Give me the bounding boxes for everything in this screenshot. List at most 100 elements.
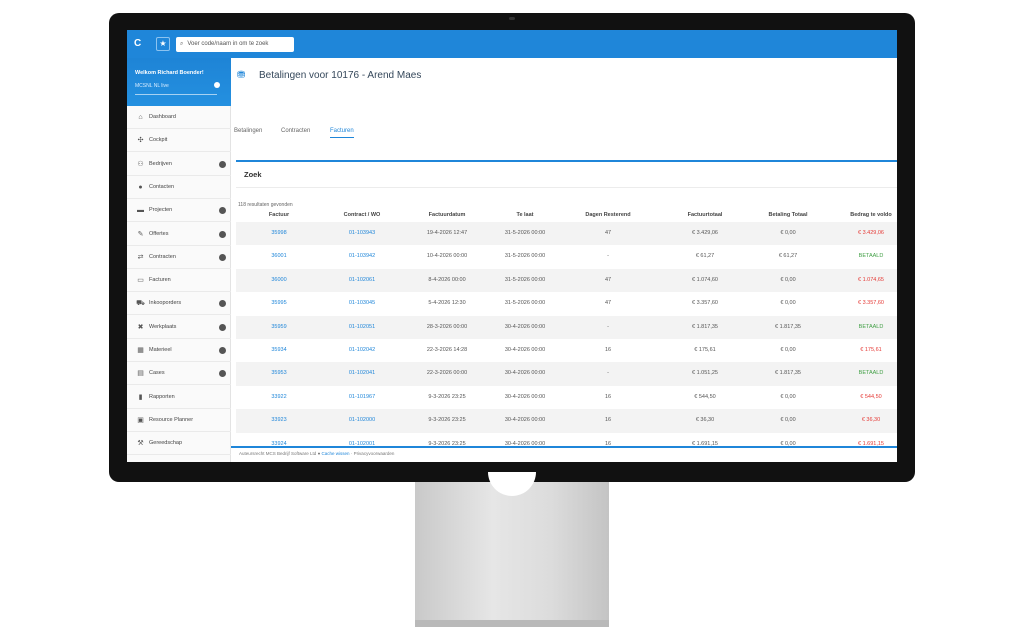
column-header[interactable]: Betaling Totaal — [768, 212, 807, 218]
sidebar-item-cases[interactable]: ▤ Cases — [127, 362, 231, 386]
table-row[interactable]: 36000 01-102061 8-4-2026 00:00 31-5-2026 00… — [236, 268, 897, 293]
sidebar-item-resource-planner[interactable]: ▣ Resource Planner — [127, 409, 231, 432]
favorites-star-icon[interactable]: ★ — [156, 37, 170, 51]
sidebar-item-icon: ▭ — [137, 277, 144, 285]
sidebar-item-werkplaats[interactable]: ✖ Werkplaats — [127, 316, 231, 339]
user-environment[interactable]: MCSNL NL live — [135, 83, 169, 89]
search-panel[interactable]: Zoek — [236, 162, 897, 188]
table-row[interactable]: 35995 01-103045 5-4-2026 12:30 31-5-2026 00… — [236, 292, 897, 315]
cell-factuur[interactable]: 33922 — [271, 394, 286, 400]
search-panel-title[interactable]: Zoek — [244, 170, 262, 179]
cell-datum: 22-3-2026 14:28 — [426, 347, 468, 353]
cell-betaald: € 1.817,35 — [775, 370, 801, 377]
tab-betalingen[interactable]: Betalingen — [234, 128, 262, 137]
table-row[interactable]: 35959 01-102051 28-3-2026 00:00 30-4-2026 0… — [236, 315, 897, 339]
sidebar-item-label: Gereedschap — [149, 440, 183, 447]
sidebar-item-icon: ⇄ — [137, 253, 144, 261]
sidebar-item-expand-icon[interactable] — [219, 207, 226, 215]
cell-factuur[interactable]: 35998 — [271, 230, 286, 236]
sidebar-item-expand-icon[interactable] — [219, 323, 226, 331]
app-logo[interactable]: C — [134, 38, 146, 50]
cell-dagen: - — [607, 323, 609, 330]
cell-te-laat: 31-5-2026 00:00 — [504, 253, 546, 260]
sidebar-item-projecten[interactable]: ▬ Projecten — [127, 199, 231, 223]
table-row[interactable]: 35998 01-103943 19-4-2026 12:47 31-5-2026 0… — [236, 222, 897, 246]
column-header[interactable]: Dagen Resterend — [585, 212, 630, 218]
sidebar-item-cockpit[interactable]: ✣ Cockpit — [127, 129, 231, 153]
cell-factuur[interactable]: 35934 — [271, 347, 286, 353]
column-header[interactable]: Factuurtotaal — [688, 212, 723, 218]
sidebar-item-rapporten[interactable]: ▮ Rapporten — [127, 386, 231, 409]
user-menu-toggle[interactable] — [214, 82, 220, 88]
table-row[interactable]: 36001 01-103942 10-4-2026 00:00 31-5-2026 0… — [236, 245, 897, 268]
sidebar-item-label: Offertes — [149, 230, 169, 237]
column-header[interactable]: Te laat — [516, 212, 533, 218]
cell-contract[interactable]: 01-102051 — [349, 324, 375, 330]
column-header[interactable]: Factuurdatum — [429, 212, 466, 218]
monitor-stand — [415, 482, 609, 620]
table-row[interactable]: 33922 01-101967 9-3-2026 23:25 30-4-2026 00… — [236, 386, 897, 409]
sidebar-item-offertes[interactable]: ✎ Offertes — [127, 223, 231, 246]
cell-contract[interactable]: 01-102000 — [349, 417, 375, 423]
sidebar-item-expand-icon[interactable] — [219, 253, 226, 261]
cell-bedrag: € 3.357,60 — [858, 300, 884, 307]
cell-totaal: € 1.051,25 — [692, 370, 718, 377]
sidebar-item-expand-icon[interactable] — [219, 347, 226, 354]
cell-bedrag: BETAALD — [858, 323, 884, 330]
sidebar-item-dashboard[interactable]: ⌂ Dashboard — [127, 106, 231, 129]
cell-totaal: € 1.074,60 — [692, 276, 718, 283]
cell-contract[interactable]: 01-101967 — [349, 394, 375, 400]
cell-bedrag: € 1.074,65 — [858, 276, 884, 283]
sidebar-item-expand-icon[interactable] — [219, 230, 226, 238]
column-header[interactable]: Contract / WO — [344, 212, 381, 218]
cell-datum: 9-3-2026 23:25 — [428, 417, 466, 424]
cell-factuur[interactable]: 35995 — [271, 300, 286, 306]
cell-contract[interactable]: 01-103943 — [349, 230, 375, 236]
sidebar-item-contacten[interactable]: ● Contacten — [127, 176, 231, 199]
sidebar-item-inkooporders[interactable]: ⛟ Inkooporders — [127, 292, 231, 316]
sidebar-item-expand-icon[interactable] — [219, 370, 226, 378]
table-row[interactable]: 35934 01-102042 22-3-2026 14:28 30-4-2026 0… — [236, 339, 897, 362]
tab-contracten[interactable]: Contracten — [281, 128, 310, 137]
sidebar-item-contracten[interactable]: ⇄ Contracten — [127, 246, 231, 269]
cell-dagen: 16 — [604, 393, 612, 400]
column-header[interactable]: Factuur — [269, 212, 289, 218]
cell-betaald: € 1.817,35 — [775, 323, 801, 330]
cell-factuur[interactable]: 35959 — [271, 324, 286, 330]
sidebar-item-icon: ▮ — [138, 393, 143, 401]
cell-contract[interactable]: 01-103045 — [349, 300, 375, 306]
cache-clear-link[interactable]: Cache wissen — [322, 451, 350, 456]
tab-facturen[interactable]: Facturen — [330, 128, 354, 138]
cell-factuur[interactable]: 36001 — [271, 253, 286, 259]
sidebar-item-expand-icon[interactable] — [219, 160, 226, 168]
cell-factuur[interactable]: 36000 — [271, 277, 286, 283]
cell-contract[interactable]: 01-102041 — [349, 370, 375, 376]
cell-datum: 22-3-2026 00:00 — [426, 370, 468, 377]
sidebar-item-gereedschap[interactable]: ⚒ Gereedschap — [127, 432, 231, 456]
cell-betaald: € 0,00 — [780, 300, 796, 307]
monitor-stand-foot — [415, 620, 609, 627]
cell-contract[interactable]: 01-102061 — [349, 277, 375, 283]
sidebar-item-label: Projecten — [149, 207, 173, 214]
privacy-link[interactable]: Privacyvoorwaarden — [354, 451, 395, 456]
page-title: Betalingen voor 10176 - Arend Maes — [259, 70, 422, 81]
cell-te-laat: 30-4-2026 00:00 — [504, 323, 546, 330]
cell-factuur[interactable]: 33923 — [271, 417, 286, 423]
cell-betaald: € 0,00 — [780, 347, 796, 353]
table-row[interactable]: 35953 01-102041 22-3-2026 00:00 30-4-2026 0… — [236, 362, 897, 386]
search-input[interactable]: ⌕ Voer code/naam in om te zoek — [176, 37, 294, 52]
sidebar-item-icon: ▤ — [137, 370, 144, 378]
cell-contract[interactable]: 01-102042 — [349, 347, 375, 353]
sidebar-item-facturen[interactable]: ▭ Facturen — [127, 269, 231, 293]
cell-factuur[interactable]: 35953 — [271, 370, 286, 376]
main-content: ⛃ Betalingen voor 10176 - Arend Maes Bet… — [231, 58, 897, 462]
sidebar-item-materieel[interactable]: ▦ Materieel — [127, 339, 231, 362]
payments-icon: ⛃ — [237, 70, 246, 81]
cell-totaal: € 61,27 — [695, 253, 715, 260]
cell-dagen: 16 — [604, 347, 612, 353]
sidebar-item-bedrijven[interactable]: ⚇ Bedrijven — [127, 153, 231, 176]
cell-contract[interactable]: 01-103942 — [349, 253, 375, 259]
column-header[interactable]: Bedrag te voldo — [850, 212, 892, 218]
table-row[interactable]: 33923 01-102000 9-3-2026 23:25 30-4-2026 00… — [236, 409, 897, 433]
sidebar-item-expand-icon[interactable] — [219, 300, 226, 308]
